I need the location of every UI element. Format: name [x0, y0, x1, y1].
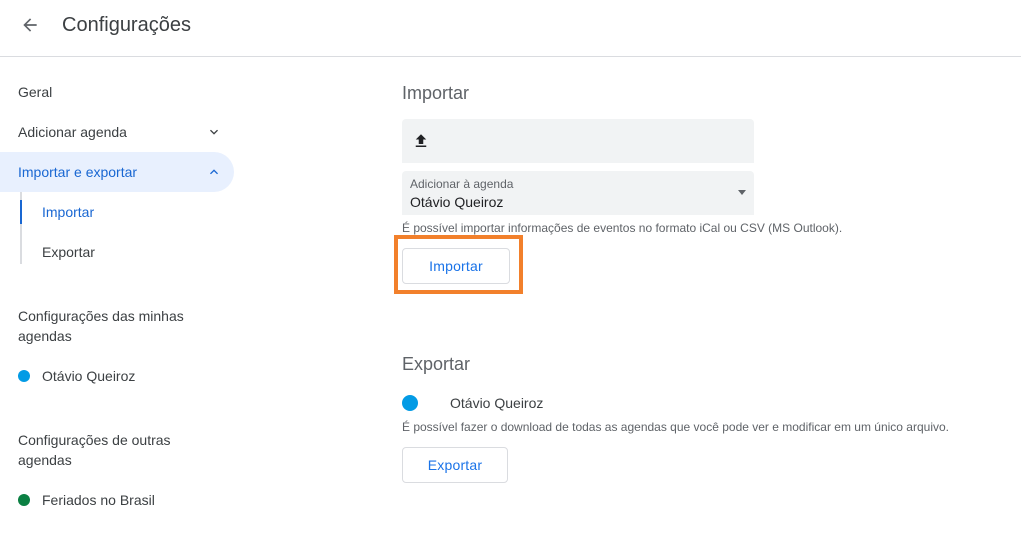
sidebar-item-label: Geral — [18, 84, 53, 100]
export-hint: É possível fazer o download de todas as … — [402, 420, 949, 434]
import-hint: É possível importar informações de event… — [402, 221, 843, 235]
calendar-color-dot — [18, 494, 30, 506]
sidebar-subitem-label: Exportar — [42, 244, 95, 260]
export-section-title: Exportar — [402, 354, 471, 374]
my-calendars-heading: Configurações das minhas agendas — [18, 308, 184, 344]
add-to-calendar-select[interactable]: Adicionar à agenda Otávio Queiroz — [402, 171, 754, 215]
calendar-label: Otávio Queiroz — [42, 368, 136, 384]
other-calendars-heading: Configurações de outras agendas — [18, 432, 171, 468]
dropdown-arrow-icon — [738, 190, 746, 195]
sidebar-subitem-label: Importar — [42, 204, 95, 220]
import-button[interactable]: Importar — [402, 248, 510, 284]
page-title: Configurações — [62, 14, 191, 36]
app-header: Configurações — [0, 0, 1021, 57]
my-calendar-item[interactable]: Otávio Queiroz — [18, 366, 135, 386]
export-calendar-label: Otávio Queiroz — [450, 395, 544, 411]
calendar-color-dot — [18, 370, 30, 382]
export-button[interactable]: Exportar — [402, 447, 508, 483]
sidebar-item-label: Importar e exportar — [18, 164, 138, 180]
sidebar-item-geral[interactable]: Geral — [0, 72, 234, 112]
other-calendar-item[interactable]: Feriados no Brasil — [18, 490, 155, 510]
import-file-picker[interactable] — [402, 119, 754, 163]
calendar-label: Feriados no Brasil — [42, 492, 155, 508]
upload-icon — [415, 134, 427, 147]
import-section-title: Importar — [402, 83, 470, 103]
sidebar-item-label: Adicionar agenda — [18, 124, 127, 140]
chevron-down-icon — [210, 129, 218, 135]
select-value: Otávio Queiroz — [410, 194, 504, 210]
calendar-color-dot — [402, 395, 418, 411]
sidebar-item-importar-exportar[interactable]: Importar e exportar — [0, 152, 234, 192]
sidebar-subitem-exportar[interactable]: Exportar — [20, 232, 220, 272]
chevron-up-icon — [210, 169, 218, 175]
select-label: Adicionar à agenda — [410, 177, 514, 191]
back-button[interactable] — [14, 9, 46, 41]
sidebar-subitem-importar[interactable]: Importar — [20, 192, 220, 232]
arrow-left-icon — [23, 18, 37, 32]
sidebar-item-adicionar-agenda[interactable]: Adicionar agenda — [0, 112, 234, 152]
